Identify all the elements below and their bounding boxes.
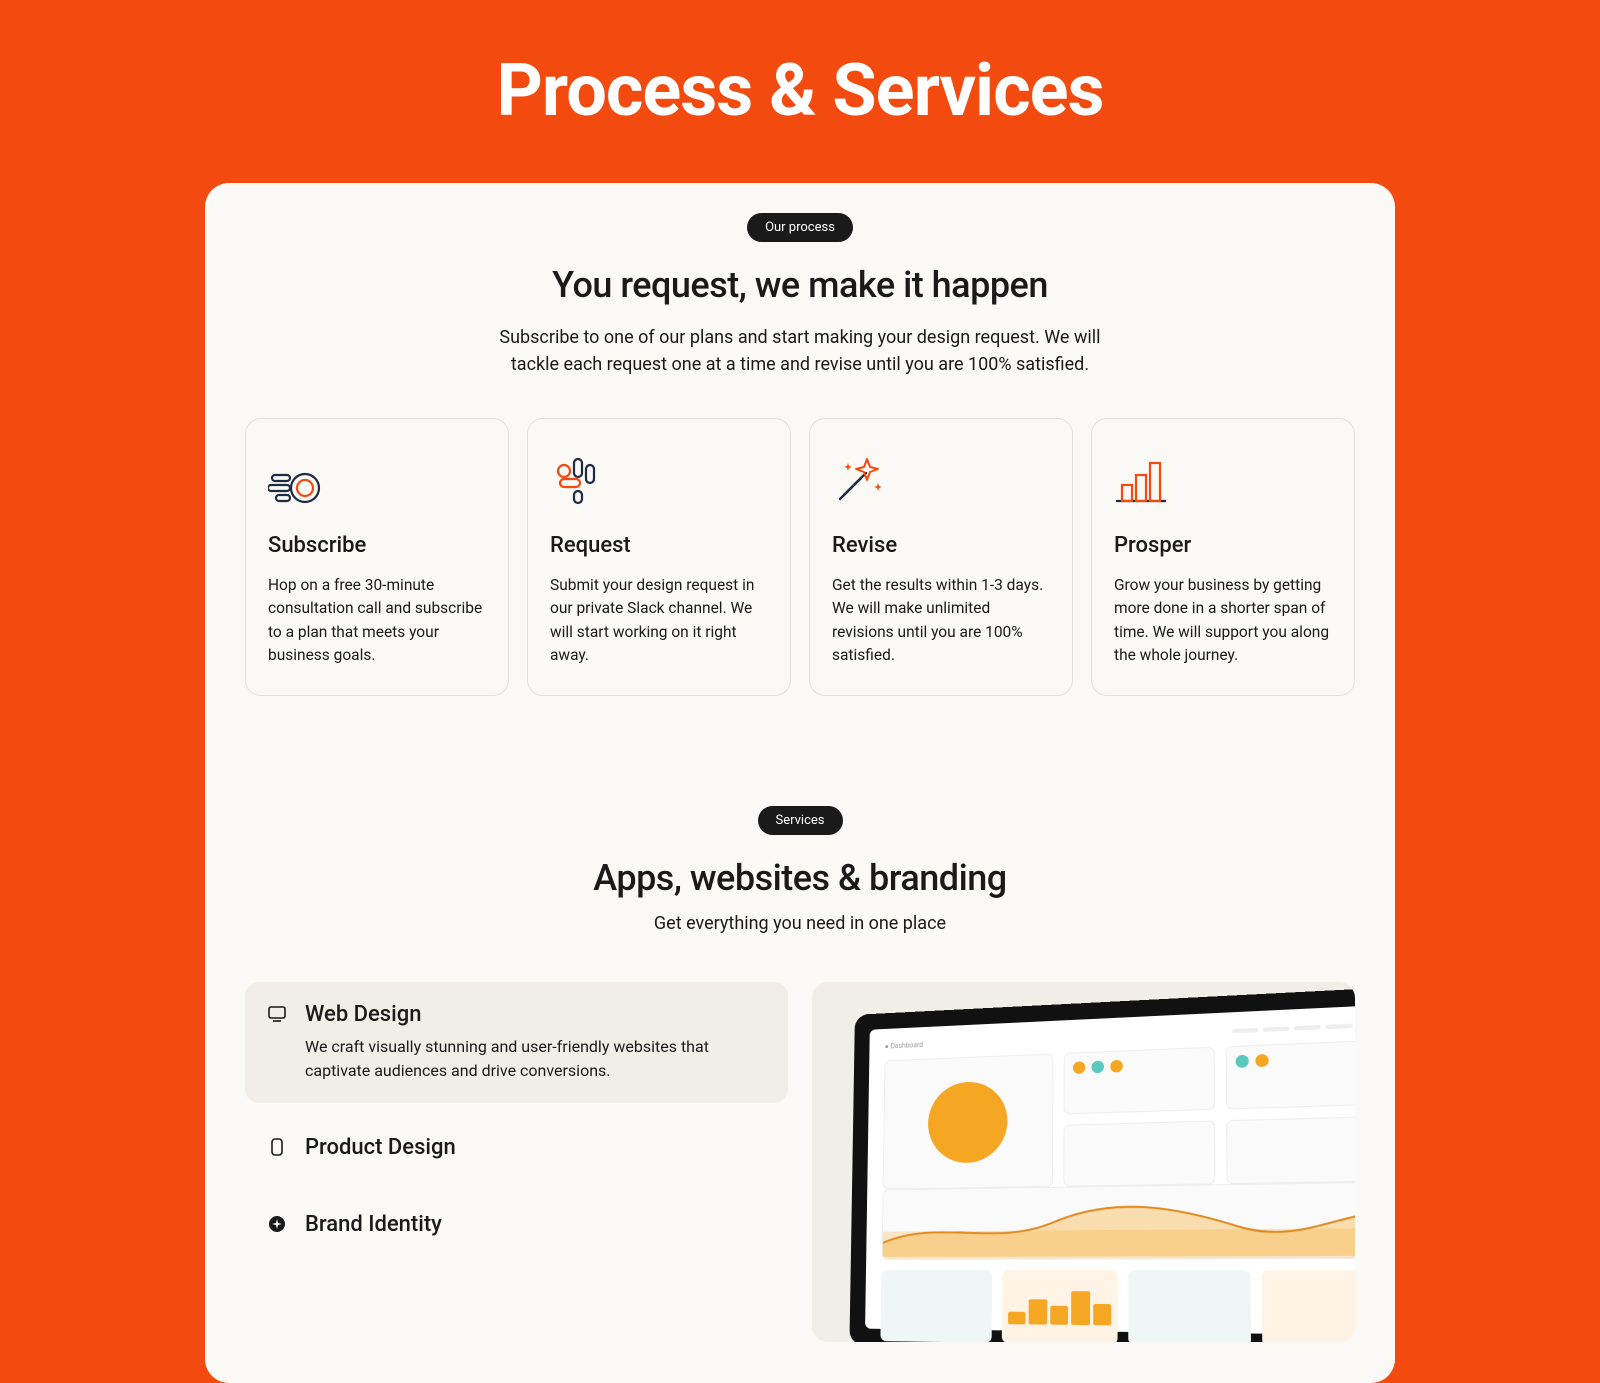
- services-list: Web Design We craft visually stunning an…: [245, 982, 788, 1257]
- step-subscribe: Subscribe Hop on a free 30-minute consul…: [245, 418, 509, 696]
- step-title: Request: [550, 533, 768, 558]
- service-product-design[interactable]: Product Design: [245, 1115, 788, 1180]
- service-brand-identity[interactable]: Brand Identity: [245, 1192, 788, 1257]
- service-web-design[interactable]: Web Design We craft visually stunning an…: [245, 982, 788, 1103]
- coins-icon: [268, 449, 486, 505]
- magic-wand-icon: [832, 449, 1050, 505]
- step-body: Grow your business by getting more done …: [1114, 574, 1332, 667]
- step-body: Submit your design request in our privat…: [550, 574, 768, 667]
- service-title: Web Design: [305, 1002, 766, 1027]
- step-title: Subscribe: [268, 533, 486, 558]
- page-title: Process & Services: [0, 0, 1600, 133]
- process-sub: Subscribe to one of our plans and start …: [480, 324, 1120, 378]
- step-revise: Revise Get the results within 1-3 days. …: [809, 418, 1073, 696]
- sparkle-icon: [267, 1214, 287, 1234]
- smartphone-icon: [267, 1137, 287, 1157]
- step-title: Revise: [832, 533, 1050, 558]
- services-heading: Apps, websites & branding: [245, 857, 1355, 899]
- services-sub: Get everything you need in one place: [245, 913, 1355, 934]
- bar-chart-icon: [1114, 449, 1332, 505]
- services-pill: Services: [758, 806, 843, 835]
- step-body: Get the results within 1-3 days. We will…: [832, 574, 1050, 667]
- step-prosper: Prosper Grow your business by getting mo…: [1091, 418, 1355, 696]
- process-steps: Subscribe Hop on a free 30-minute consul…: [245, 418, 1355, 696]
- step-body: Hop on a free 30-minute consultation cal…: [268, 574, 486, 667]
- service-title: Brand Identity: [305, 1212, 442, 1237]
- services-header: Services Apps, websites & branding Get e…: [245, 806, 1355, 934]
- service-body: We craft visually stunning and user-frie…: [305, 1035, 766, 1083]
- step-title: Prosper: [1114, 533, 1332, 558]
- service-title: Product Design: [305, 1135, 456, 1160]
- process-heading: You request, we make it happen: [245, 264, 1355, 306]
- shapes-icon: [550, 449, 768, 505]
- laptop-mockup: ● Dashboard: [849, 986, 1355, 1342]
- monitor-icon: [267, 1004, 287, 1024]
- step-request: Request Submit your design request in ou…: [527, 418, 791, 696]
- process-pill: Our process: [747, 213, 853, 242]
- content-card: Our process You request, we make it happ…: [205, 183, 1395, 1383]
- service-preview: ● Dashboard: [812, 982, 1355, 1342]
